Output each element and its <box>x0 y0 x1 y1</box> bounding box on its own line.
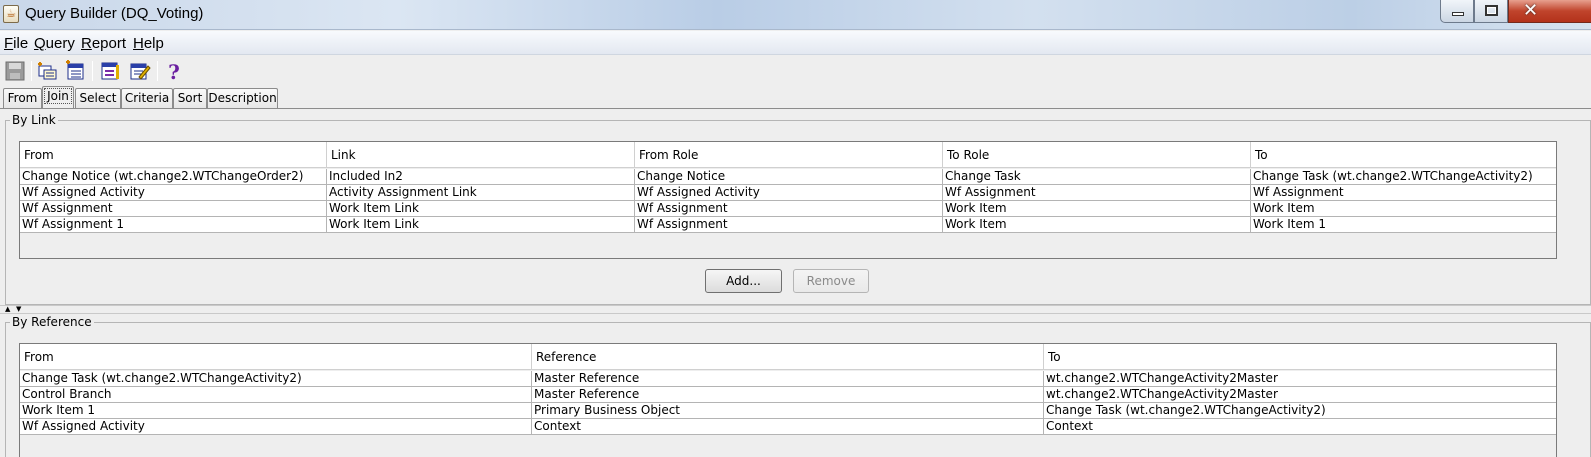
close-icon: ✕ <box>1523 0 1539 21</box>
table-row[interactable]: Work Item 1 Primary Business Object Chan… <box>20 403 1556 419</box>
table-cell: Context <box>1046 419 1094 433</box>
table-cell: Wf Assignment <box>635 217 943 233</box>
tab-strip: From Join Select Criteria Sort Descripti… <box>0 86 1591 109</box>
tab-from[interactable]: From <box>3 88 42 109</box>
table-cell: Wf Assigned Activity <box>20 419 532 435</box>
table-row[interactable]: Wf Assignment Work Item Link Wf Assignme… <box>20 201 1556 217</box>
minimize-button[interactable] <box>1440 0 1474 23</box>
svg-text:?: ? <box>168 60 180 82</box>
table-cell: Wf Assignment <box>635 201 943 217</box>
table-cell: Change Task <box>943 169 1251 185</box>
table-cell: Control Branch <box>20 387 532 403</box>
remove-link-button[interactable]: Remove <box>793 269 869 293</box>
table-cell: Primary Business Object <box>532 403 1044 419</box>
table-cell: Change Task (wt.change2.WTChangeActivity… <box>1253 169 1533 183</box>
table-cell: Work Item 1 <box>20 403 532 419</box>
table-row[interactable]: Change Notice (wt.change2.WTChangeOrder2… <box>20 169 1556 185</box>
help-icon[interactable]: ? <box>163 60 185 84</box>
table-cell: Work Item <box>1253 201 1315 215</box>
table-cell: Included In2 <box>327 169 635 185</box>
table-cell: Master Reference <box>532 371 1044 387</box>
table-cell: Work Item Link <box>327 201 635 217</box>
column-header-from[interactable]: From <box>20 142 327 168</box>
menu-query[interactable]: Query <box>34 35 75 52</box>
save-icon[interactable] <box>4 60 26 82</box>
table-row[interactable]: Wf Assignment 1 Work Item Link Wf Assign… <box>20 217 1556 233</box>
by-link-title: By Link <box>10 113 58 127</box>
column-header-from[interactable]: From <box>20 344 532 370</box>
column-header-from-role[interactable]: From Role <box>635 142 943 168</box>
table-cell: Wf Assignment 1 <box>20 217 327 233</box>
column-header-to-role[interactable]: To Role <box>943 142 1251 168</box>
column-header-link[interactable]: Link <box>327 142 635 168</box>
table-cell: Context <box>532 419 1044 435</box>
by-reference-table-header: From Reference To <box>20 344 1556 370</box>
table-cell: Work Item <box>943 217 1251 233</box>
report-icon[interactable] <box>99 60 121 82</box>
table-cell: wt.change2.WTChangeActivity2Master <box>1046 387 1278 401</box>
table-cell: Change Task (wt.change2.WTChangeActivity… <box>20 371 532 387</box>
java-cup-icon[interactable]: ☕ <box>3 5 19 23</box>
menu-bar: File Query Report Help <box>0 31 1591 55</box>
by-link-table-body: Change Notice (wt.change2.WTChangeOrder2… <box>20 169 1556 233</box>
table-row[interactable]: Control Branch Master Reference wt.chang… <box>20 387 1556 403</box>
by-reference-title: By Reference <box>10 315 94 329</box>
column-header-reference[interactable]: Reference <box>532 344 1044 370</box>
table-row[interactable]: Change Task (wt.change2.WTChangeActivity… <box>20 371 1556 387</box>
add-class-icon[interactable] <box>36 60 58 82</box>
table-cell: Change Notice <box>635 169 943 185</box>
table-cell: Wf Assignment <box>943 185 1251 201</box>
tab-join[interactable]: Join <box>42 86 74 109</box>
table-cell: Work Item Link <box>327 217 635 233</box>
table-cell: Wf Assignment <box>1253 185 1344 199</box>
table-cell: Master Reference <box>532 387 1044 403</box>
tab-criteria[interactable]: Criteria <box>121 88 173 109</box>
minimize-icon <box>1452 12 1464 16</box>
table-row[interactable]: Wf Assigned Activity Activity Assignment… <box>20 185 1556 201</box>
table-cell: Change Task (wt.change2.WTChangeActivity… <box>1046 403 1326 417</box>
tab-select[interactable]: Select <box>75 88 121 109</box>
menu-report[interactable]: Report <box>81 35 126 52</box>
title-bar: ☕ Query Builder (DQ_Voting) ✕ <box>0 0 1591 30</box>
tab-description[interactable]: Description <box>207 88 278 109</box>
split-pane-divider[interactable] <box>0 305 1591 314</box>
by-reference-table-body: Change Task (wt.change2.WTChangeActivity… <box>20 371 1556 435</box>
split-down-arrow-icon[interactable]: ▼ <box>16 306 21 313</box>
by-link-table-header: From Link From Role To Role To <box>20 142 1556 168</box>
menu-file[interactable]: File <box>4 35 28 52</box>
table-cell: Work Item 1 <box>1253 217 1326 231</box>
table-cell: Wf Assigned Activity <box>20 185 327 201</box>
maximize-icon <box>1485 5 1498 16</box>
table-cell: Wf Assigned Activity <box>635 185 943 201</box>
maximize-button[interactable] <box>1474 0 1508 23</box>
table-cell: Wf Assignment <box>20 201 327 217</box>
table-cell: Change Notice (wt.change2.WTChangeOrder2… <box>20 169 327 185</box>
window-title: Query Builder (DQ_Voting) <box>25 5 204 22</box>
column-header-to[interactable]: To <box>1044 344 1556 370</box>
table-row[interactable]: Wf Assigned Activity Context Context <box>20 419 1556 435</box>
edit-report-icon[interactable] <box>129 60 151 82</box>
by-link-table[interactable]: From Link From Role To Role To Change No… <box>19 141 1557 259</box>
close-button[interactable]: ✕ <box>1508 0 1591 23</box>
by-reference-table[interactable]: From Reference To Change Task (wt.change… <box>19 343 1557 457</box>
toolbar: ? <box>0 56 1591 86</box>
split-up-arrow-icon[interactable]: ▲ <box>5 306 10 313</box>
tab-sort[interactable]: Sort <box>173 88 207 109</box>
add-link-button[interactable]: Add... <box>705 269 782 293</box>
table-cell: Activity Assignment Link <box>327 185 635 201</box>
table-cell: wt.change2.WTChangeActivity2Master <box>1046 371 1278 385</box>
table-cell: Work Item <box>943 201 1251 217</box>
column-header-to[interactable]: To <box>1251 142 1556 168</box>
menu-help[interactable]: Help <box>133 35 164 52</box>
add-attribute-icon[interactable] <box>64 60 86 82</box>
